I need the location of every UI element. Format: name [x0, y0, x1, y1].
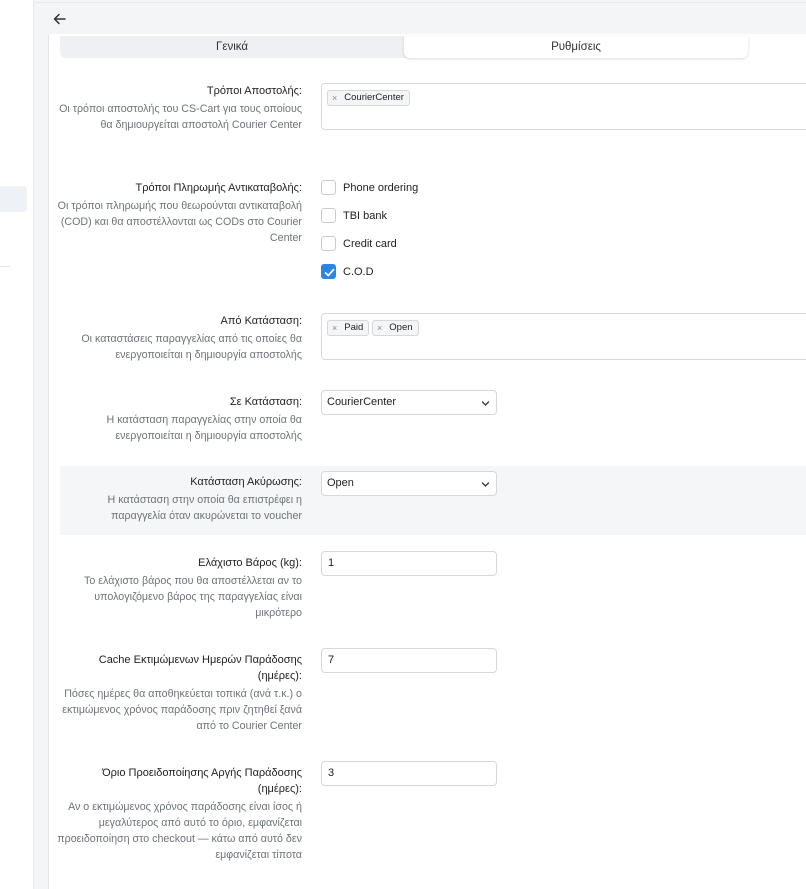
shipping-methods-description: Οι τρόποι αποστολής του CS-Cart για τους…: [59, 103, 302, 131]
min-weight-row: Ελάχιστο Βάρος (kg): Το ελάχιστο βάρος π…: [60, 547, 806, 632]
min-weight-label: Ελάχιστο Βάρος (kg):: [198, 557, 302, 569]
chevron-down-icon: [481, 401, 490, 406]
back-arrow-icon[interactable]: [51, 10, 69, 28]
chip-remove-icon[interactable]: ×: [377, 321, 382, 335]
cache-days-input[interactable]: 7: [321, 648, 497, 673]
tab-general[interactable]: Γενικά: [60, 36, 404, 58]
min-weight-input[interactable]: 1: [321, 551, 497, 576]
settings-panel: Γενικά Ρυθμίσεις Τρόποι Αποστολής: Οι τρ…: [48, 34, 806, 889]
cancel-status-row: Κατάσταση Ακύρωσης: Η κατάσταση στην οπο…: [60, 466, 806, 535]
tab-settings[interactable]: Ρυθμίσεις: [404, 36, 748, 58]
chip-label: Open: [389, 322, 413, 333]
shipping-method-chip: × CourierCenter: [327, 90, 410, 106]
chip-label: CourierCenter: [344, 92, 404, 103]
chip-remove-icon[interactable]: ×: [332, 91, 337, 105]
checkbox-box-checked[interactable]: [321, 264, 336, 279]
cancel-status-select[interactable]: Open: [321, 471, 497, 496]
late-warning-description: Αν ο εκτιμώμενος χρόνος παράδοσης είναι …: [57, 801, 302, 861]
checkbox-box[interactable]: [321, 236, 336, 251]
to-status-label: Σε Κατάσταση:: [229, 396, 302, 408]
sidebar-divider: [0, 266, 10, 267]
check-icon: [324, 268, 335, 277]
checkbox-box[interactable]: [321, 180, 336, 195]
chip-remove-icon[interactable]: ×: [332, 321, 337, 335]
checkbox-tbi-bank[interactable]: TBI bank: [321, 208, 387, 223]
checkbox-label: TBI bank: [343, 209, 388, 222]
checkbox-label: Credit card: [343, 237, 397, 250]
cancel-status-description: Η κατάσταση στην οποία θα επιστρέφει η π…: [107, 494, 303, 522]
late-warning-label: Όριο Προειδοποίησης Αργής Παράδοσης (ημέ…: [102, 767, 302, 795]
checkbox-credit-card[interactable]: Credit card: [321, 236, 397, 251]
chevron-down-icon: [481, 482, 490, 487]
left-sidebar: [0, 0, 34, 889]
late-warning-input[interactable]: 3: [321, 761, 497, 786]
checkbox-label: Phone ordering: [343, 181, 419, 194]
cache-days-row: Cache Εκτιμώμενων Ημερών Παράδοσης (ημέρ…: [60, 644, 806, 744]
from-status-chip: × Open: [372, 320, 419, 336]
from-status-chip: × Paid: [327, 320, 370, 336]
chip-label: Paid: [344, 322, 364, 333]
checkbox-label: C.O.D: [343, 265, 374, 278]
shipping-methods-row: Τρόποι Αποστολής: Οι τρόποι αποστολής το…: [59, 78, 806, 158]
from-status-label: Από Κατάσταση:: [220, 315, 302, 327]
checkbox-phone-ordering[interactable]: Phone ordering: [321, 180, 418, 195]
select-value: Open: [327, 477, 354, 489]
main-area: Γενικά Ρυθμίσεις Τρόποι Αποστολής: Οι τρ…: [34, 0, 806, 889]
to-status-select[interactable]: CourierCenter: [321, 390, 497, 415]
cancel-status-label: Κατάσταση Ακύρωσης:: [190, 476, 302, 488]
from-status-row: Από Κατάσταση: Οι καταστάσεις παραγγελία…: [60, 308, 806, 388]
to-status-row: Σε Κατάσταση: Η κατάσταση παραγγελίας στ…: [60, 386, 806, 456]
to-status-description: Η κατάσταση παραγγελίας στην οποία θα εν…: [106, 414, 303, 442]
checkbox-box[interactable]: [321, 208, 336, 223]
checkbox-cod[interactable]: C.O.D: [321, 264, 374, 279]
top-divider: [34, 2, 806, 3]
cod-payments-row: Τρόποι Πληρωμής Αντικαταβολής: Οι τρόποι…: [57, 174, 806, 294]
select-value: CourierCenter: [327, 396, 397, 408]
cache-days-label: Cache Εκτιμώμενων Ημερών Παράδοσης (ημέρ…: [98, 654, 302, 682]
shipping-methods-multiselect[interactable]: × CourierCenter: [321, 83, 806, 130]
tab-bar: Γενικά Ρυθμίσεις: [60, 36, 748, 58]
from-status-description: Οι καταστάσεις παραγγελίας από τις οποίε…: [81, 333, 302, 361]
cod-payments-label: Τρόποι Πληρωμής Αντικαταβολής:: [135, 182, 302, 194]
min-weight-description: Το ελάχιστο βάρος που θα αποστέλλεται αν…: [84, 575, 302, 619]
from-status-multiselect[interactable]: × Paid × Open: [321, 313, 806, 360]
cache-days-description: Πόσες ημέρες θα αποθηκεύεται τοπικά (ανά…: [62, 688, 302, 732]
shipping-methods-label: Τρόποι Αποστολής:: [206, 85, 302, 97]
cod-payments-description: Οι τρόποι πληρωμής που θεωρούνται αντικα…: [57, 200, 302, 244]
sidebar-selected-item[interactable]: [0, 186, 27, 212]
late-warning-row: Όριο Προειδοποίησης Αργής Παράδοσης (ημέ…: [57, 757, 806, 872]
